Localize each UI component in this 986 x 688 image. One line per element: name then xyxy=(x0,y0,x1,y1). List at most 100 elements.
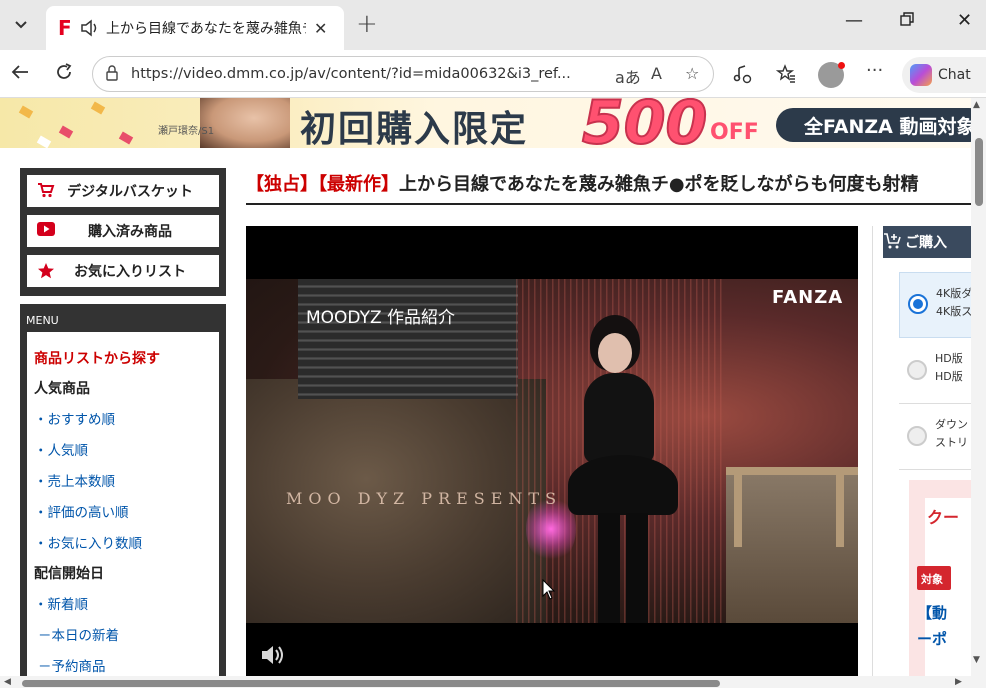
scene-bed-post xyxy=(836,467,844,547)
option-hd-line1: HD版 xyxy=(935,352,963,365)
copilot-icon xyxy=(910,64,932,86)
immersive-reader-icon[interactable]: aあ xyxy=(615,64,641,88)
active-tab[interactable]: F 上から目線であなたを蔑み雑魚チ ✕ xyxy=(46,6,344,50)
favorites-list-icon[interactable] xyxy=(775,64,796,89)
tab-close-icon[interactable]: ✕ xyxy=(314,19,327,38)
cart-icon xyxy=(37,182,55,202)
fanza-favicon: F xyxy=(58,16,72,40)
radio-hd[interactable] xyxy=(907,360,927,380)
notification-dot xyxy=(838,62,845,69)
menu-header: MENU xyxy=(26,314,59,327)
coupon-link-line1[interactable]: 【動 xyxy=(917,602,947,623)
radio-download[interactable] xyxy=(907,426,927,446)
confetti-decoration xyxy=(36,135,52,148)
read-aloud-icon[interactable]: A xyxy=(651,64,662,83)
tab-bar: F 上から目線であなたを蔑み雑魚チ ✕ + — ✕ xyxy=(0,0,986,50)
menu-link-rating[interactable]: ・評価の高い順 xyxy=(34,501,219,521)
refresh-icon[interactable] xyxy=(54,62,74,87)
menu-section-release: 配信開始日 xyxy=(34,566,104,582)
cart-plus-icon xyxy=(883,232,903,254)
new-tab-plus-icon[interactable]: + xyxy=(356,9,378,39)
page-title: 【独占】【最新作】上から目線であなたを蔑み雑魚チ●ポを貶しながらも何度も射精 xyxy=(246,170,971,196)
video-caption: MOODYZ 作品紹介 xyxy=(306,308,456,328)
restore-icon[interactable] xyxy=(900,10,914,31)
title-text: 上から目線であなたを蔑み雑魚チ●ポを貶しながらも何度も射精 xyxy=(399,174,919,195)
window-close-icon[interactable]: ✕ xyxy=(957,10,972,31)
confetti-decoration xyxy=(118,131,134,145)
scroll-up-arrow-icon[interactable]: ▲ xyxy=(973,100,980,110)
banner-off: OFF xyxy=(710,120,759,145)
coupon-badge: 対象 xyxy=(917,566,951,590)
tab-title: 上から目線であなたを蔑み雑魚チ xyxy=(106,21,306,37)
banner-pill: 全FANZA 動画対象 xyxy=(776,108,971,142)
menu-link-newest[interactable]: ・新着順 xyxy=(34,593,219,613)
coupon-box: クー 対象 【動 ーポ xyxy=(909,480,972,676)
menu-search-by-list[interactable]: 商品リストから探す xyxy=(34,348,219,368)
tab-list-chevron-icon[interactable] xyxy=(2,6,40,44)
confetti-decoration xyxy=(18,105,34,119)
purchase-panel: ご購入 4K版ダ 4K版ス HD版 HD版 ダウン ストリ クー 対象 【動 ー… xyxy=(872,226,972,676)
scroll-left-arrow-icon[interactable]: ◀ xyxy=(4,677,11,687)
purchase-header-label: ご購入 xyxy=(905,235,947,251)
favorite-star-icon[interactable]: ☆ xyxy=(685,64,699,83)
scene-person xyxy=(568,315,678,623)
scene-bed-post xyxy=(734,467,742,547)
coupon-title: クー xyxy=(927,508,960,527)
more-options-icon[interactable]: ··· xyxy=(866,60,883,81)
minimize-icon[interactable]: — xyxy=(845,10,863,31)
menu-link-popular[interactable]: ・人気順 xyxy=(34,439,219,459)
banner-credit: 瀬戸環奈/S1 xyxy=(158,126,215,137)
radio-4k[interactable] xyxy=(908,294,928,314)
menu-section-popular: 人気商品 xyxy=(34,381,90,397)
media-playlist-icon[interactable] xyxy=(732,64,752,89)
banner-amount: 500 xyxy=(581,98,708,148)
confetti-decoration xyxy=(58,125,74,139)
option-4k-line1: 4K版ダ xyxy=(936,287,973,300)
digital-basket-button[interactable]: デジタルバスケット xyxy=(27,175,219,207)
option-download-line1: ダウン xyxy=(935,418,968,431)
scroll-down-arrow-icon[interactable]: ▼ xyxy=(973,655,980,665)
menu-link-favorites[interactable]: ・お気に入り数順 xyxy=(34,532,219,552)
quick-links-panel: デジタルバスケット 購入済み商品 お気に入りリスト xyxy=(20,168,226,296)
title-divider xyxy=(246,203,971,205)
video-player[interactable]: MOODYZ 作品紹介 FANZA MOO DYZ PRESENTS xyxy=(246,226,858,676)
menu-link-preorder[interactable]: －予約商品 xyxy=(34,655,219,675)
favorites-list-label: お気に入りリスト xyxy=(74,264,186,280)
speaker-icon[interactable] xyxy=(80,19,106,37)
banner-headline: 初回購入限定 xyxy=(300,109,529,148)
favorites-list-button[interactable]: お気に入りリスト xyxy=(27,255,219,287)
purchased-items-label: 購入済み商品 xyxy=(88,224,172,240)
star-icon xyxy=(37,262,55,284)
mouse-cursor-icon xyxy=(542,578,556,605)
scene-blinds xyxy=(298,279,518,399)
menu-body: 商品リストから探す 人気商品 ・おすすめ順 ・人気順 ・売上本数順 ・評価の高い… xyxy=(27,332,219,676)
side-menu: MENU 商品リストから探す 人気商品 ・おすすめ順 ・人気順 ・売上本数順 ・… xyxy=(20,304,226,676)
purchase-option-download[interactable]: ダウン ストリ xyxy=(899,404,972,470)
option-download-line2: ストリ xyxy=(935,436,968,449)
lock-icon[interactable] xyxy=(105,65,119,85)
promo-banner[interactable]: 瀬戸環奈/S1 初回購入限定 500 OFF 全FANZA 動画対象 xyxy=(0,98,971,148)
purchase-option-hd[interactable]: HD版 HD版 xyxy=(899,338,972,404)
volume-icon[interactable] xyxy=(260,644,286,670)
menu-link-recommended[interactable]: ・おすすめ順 xyxy=(34,408,219,428)
purchase-option-4k[interactable]: 4K版ダ 4K版ス xyxy=(899,272,972,338)
coupon-link-line2[interactable]: ーポ xyxy=(917,628,947,649)
digital-basket-label: デジタルバスケット xyxy=(67,184,193,200)
purchased-items-button[interactable]: 購入済み商品 xyxy=(27,215,219,247)
copilot-chat-button[interactable]: Chat xyxy=(902,57,986,93)
url-text[interactable]: https://video.dmm.co.jp/av/content/?id=m… xyxy=(131,66,601,82)
address-bar[interactable]: https://video.dmm.co.jp/av/content/?id=m… xyxy=(92,56,714,92)
menu-link-sales[interactable]: ・売上本数順 xyxy=(34,470,219,490)
scroll-right-arrow-icon[interactable]: ▶ xyxy=(955,677,962,687)
chat-label: Chat xyxy=(938,67,971,83)
option-4k-line2: 4K版ス xyxy=(936,305,973,318)
back-arrow-icon[interactable] xyxy=(10,62,30,86)
title-tag-newest: 【最新作】 xyxy=(318,174,399,195)
confetti-decoration xyxy=(90,101,106,115)
menu-link-today[interactable]: －本日の新着 xyxy=(34,624,219,644)
video-frame[interactable]: MOODYZ 作品紹介 FANZA MOO DYZ PRESENTS xyxy=(246,279,858,623)
play-icon xyxy=(37,222,55,240)
horizontal-scroll-thumb[interactable] xyxy=(22,680,720,687)
vertical-scroll-thumb[interactable] xyxy=(975,138,983,206)
option-hd-line2: HD版 xyxy=(935,370,963,383)
